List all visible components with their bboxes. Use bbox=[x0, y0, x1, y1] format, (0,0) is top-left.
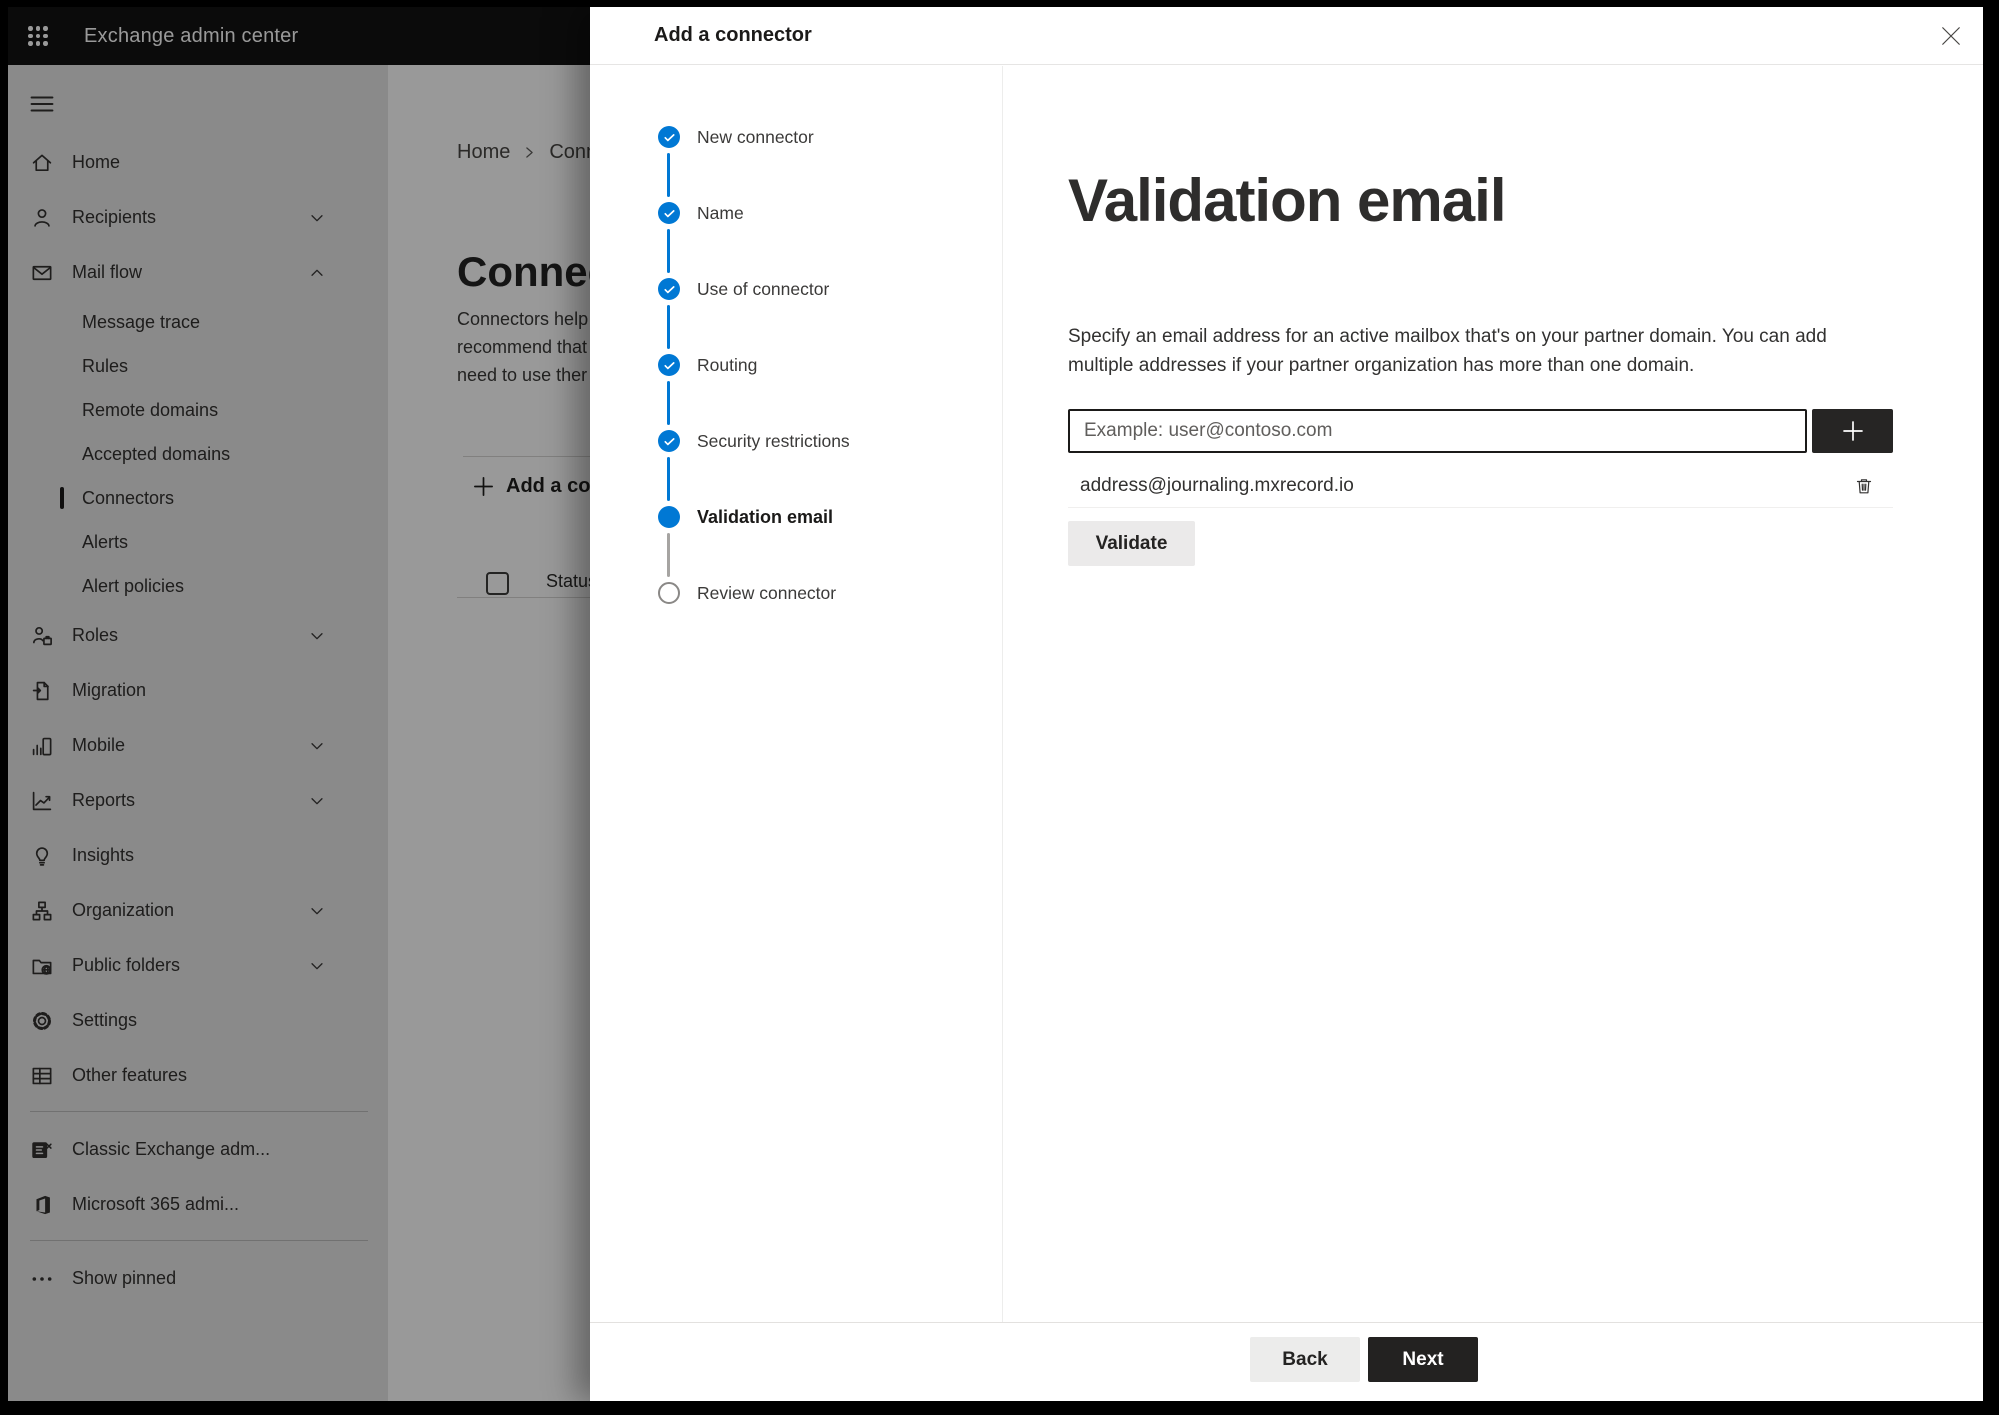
step-completed-check-icon bbox=[658, 202, 680, 224]
wizard-step-review-connector[interactable]: Review connector bbox=[590, 533, 1002, 631]
wizard-step-security-restrictions[interactable]: Security restrictions bbox=[590, 381, 1002, 479]
wizard-step-name[interactable]: Name bbox=[590, 153, 1002, 251]
step-label: Use of connector bbox=[697, 278, 830, 299]
step-connector-line bbox=[667, 229, 670, 273]
step-connector-line bbox=[667, 381, 670, 425]
validate-button[interactable]: Validate bbox=[1068, 521, 1195, 566]
step-upcoming-circle bbox=[658, 582, 680, 604]
step-connector-line bbox=[667, 153, 670, 197]
screenshot-frame: Exchange admin center Home Recipients Mail… bbox=[0, 0, 1999, 1415]
dialog-footer: Back Next bbox=[590, 1322, 1983, 1401]
trash-icon[interactable] bbox=[1851, 473, 1877, 499]
step-label: Validation email bbox=[697, 506, 834, 527]
step-connector-line bbox=[667, 305, 670, 349]
step-completed-check-icon bbox=[658, 430, 680, 452]
add-connector-dialog: Add a connector New connector Name Use of … bbox=[590, 7, 1983, 1401]
step-label: Security restrictions bbox=[697, 430, 850, 451]
wizard-step-use-of-connector[interactable]: Use of connector bbox=[590, 229, 1002, 327]
dialog-header: Add a connector bbox=[590, 7, 1983, 65]
app-window: Exchange admin center Home Recipients Mail… bbox=[8, 7, 1983, 1401]
step-completed-check-icon bbox=[658, 126, 680, 148]
step-label: Routing bbox=[697, 354, 758, 375]
email-input[interactable] bbox=[1068, 409, 1807, 453]
add-email-button[interactable] bbox=[1812, 409, 1893, 453]
step-label: New connector bbox=[697, 126, 814, 147]
next-button[interactable]: Next bbox=[1368, 1337, 1478, 1382]
email-input-row bbox=[1068, 409, 1893, 453]
step-current-circle bbox=[658, 506, 680, 528]
step-heading: Validation email bbox=[1068, 167, 1506, 234]
validation-email-panel: Validation email Specify an email addres… bbox=[1003, 66, 1983, 1322]
back-button[interactable]: Back bbox=[1250, 1337, 1360, 1382]
email-address: address@journaling.mxrecord.io bbox=[1080, 474, 1354, 496]
step-completed-check-icon bbox=[658, 278, 680, 300]
step-completed-check-icon bbox=[658, 354, 680, 376]
step-connector-line bbox=[667, 533, 670, 577]
step-label: Review connector bbox=[697, 582, 837, 603]
step-description: Specify an email address for an active m… bbox=[1068, 326, 1827, 376]
dialog-body: New connector Name Use of connector Routing… bbox=[590, 66, 1983, 1322]
wizard-step-routing[interactable]: Routing bbox=[590, 305, 1002, 403]
dialog-title: Add a connector bbox=[654, 24, 812, 46]
wizard-step-validation-email[interactable]: Validation email bbox=[590, 457, 1002, 555]
wizard-steps: New connector Name Use of connector Routing… bbox=[590, 66, 1003, 1322]
wizard-step-new-connector[interactable]: New connector bbox=[590, 99, 1002, 175]
close-icon[interactable] bbox=[1935, 20, 1967, 52]
step-connector-line bbox=[667, 457, 670, 501]
step-label: Name bbox=[697, 202, 744, 223]
email-list-item: address@journaling.mxrecord.io bbox=[1068, 464, 1893, 508]
plus-icon bbox=[1841, 419, 1865, 443]
